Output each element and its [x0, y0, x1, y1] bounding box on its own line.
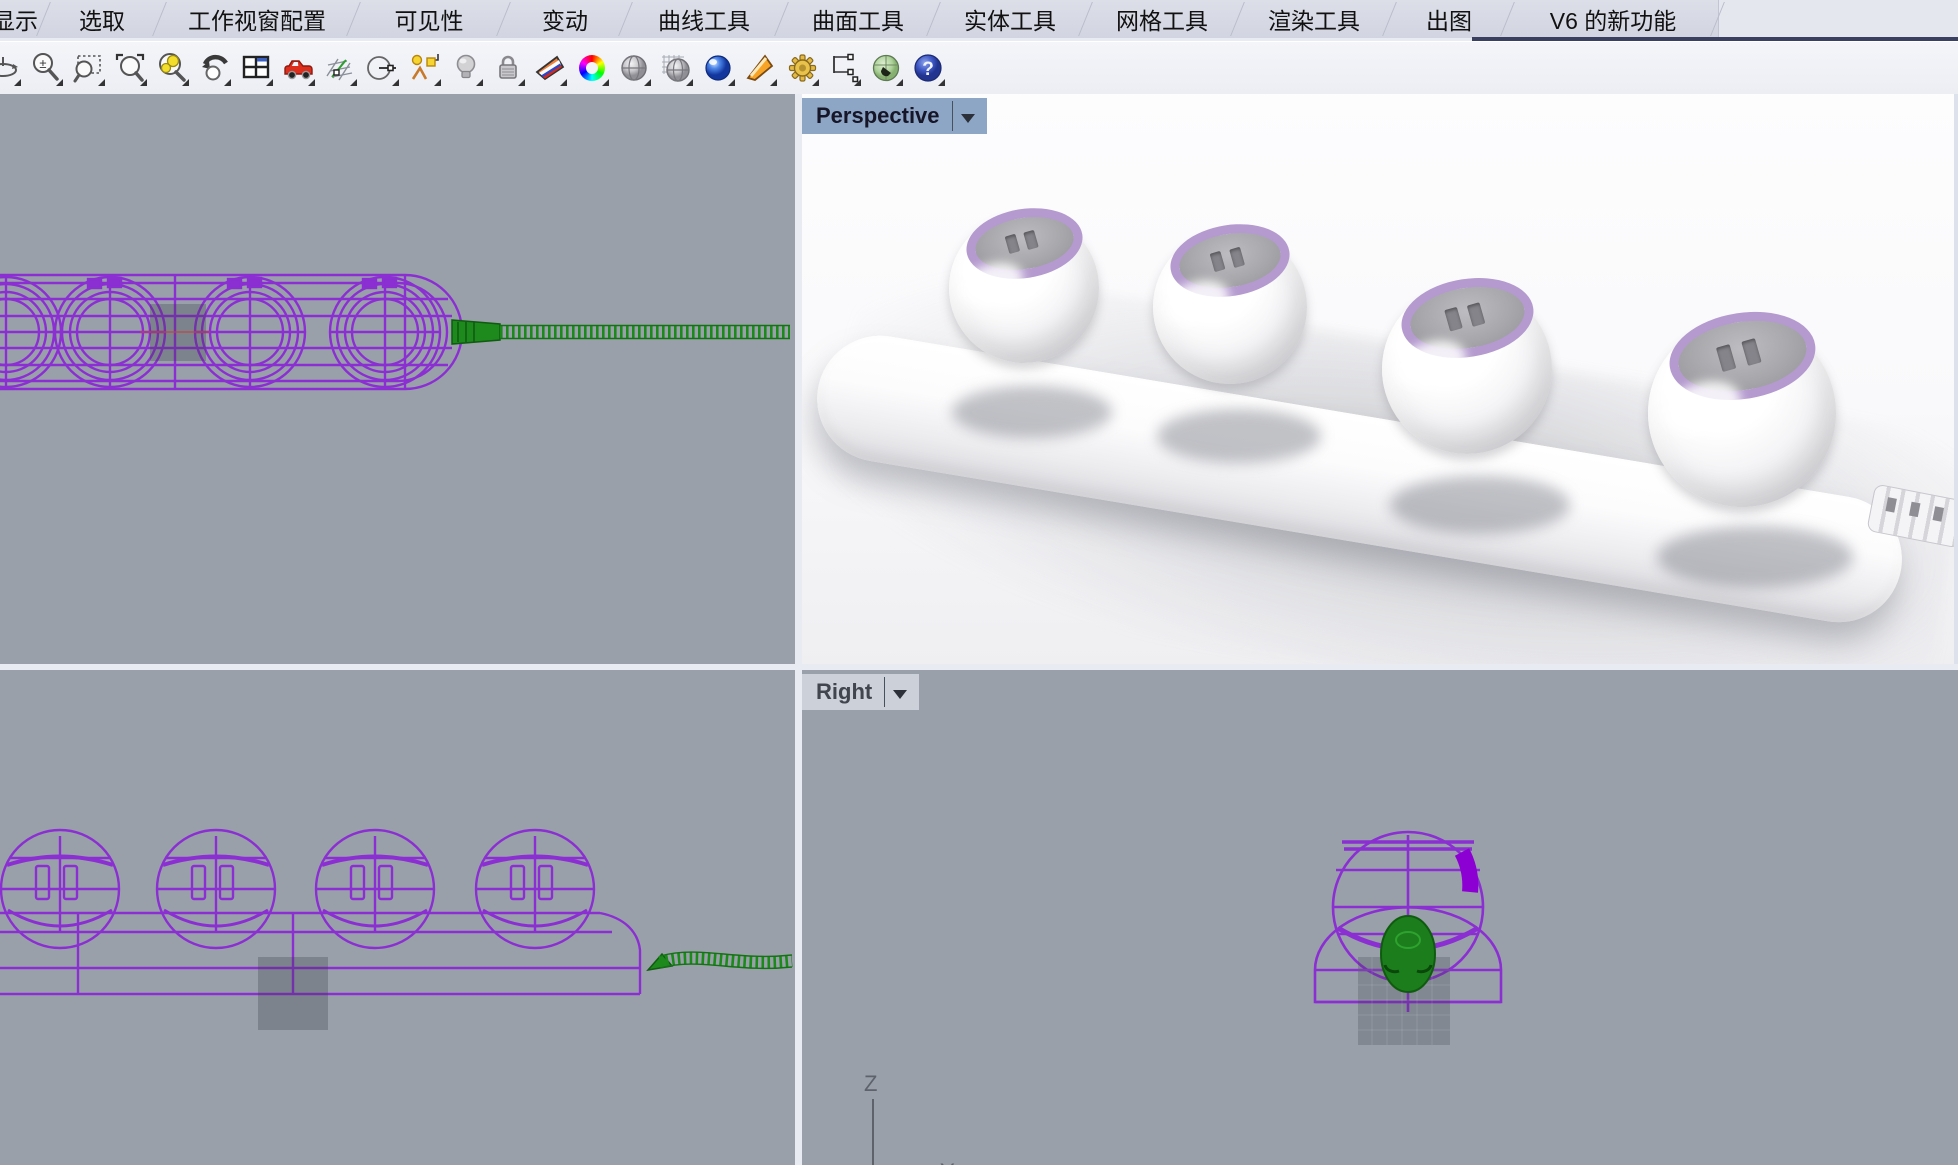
socket-ball-2 [1153, 230, 1307, 384]
ball-shadow [1157, 409, 1321, 463]
viewport-perspective[interactable]: Perspective [802, 94, 1958, 664]
menu-mesh-tools[interactable]: 网格工具 [1086, 0, 1238, 38]
front-view-wireframe [0, 670, 795, 1165]
lock-icon[interactable] [490, 49, 526, 87]
menu-render-tools[interactable]: 渲染工具 [1238, 0, 1390, 38]
menu-select[interactable]: 选取 [44, 0, 160, 38]
menu-visibility[interactable]: 可见性 [354, 0, 504, 38]
shaded-viewport-icon[interactable] [616, 49, 652, 87]
menu-plot[interactable]: 出图 [1390, 0, 1508, 38]
chevron-down-icon[interactable] [961, 114, 975, 123]
socket-ball-1 [949, 213, 1099, 363]
viewport-title-text: Right [816, 679, 872, 705]
set-view-circle-icon[interactable] [364, 49, 400, 87]
axis-z-label: Z [864, 1071, 877, 1097]
axis-gnomon: Z Y [848, 1071, 988, 1165]
axis-z-line [872, 1099, 874, 1165]
menu-display[interactable]: 显示 [0, 0, 44, 38]
viewport-title-right[interactable]: Right [802, 674, 919, 710]
viewport-title-perspective[interactable]: Perspective [802, 98, 987, 134]
viewport-grid: Perspective [0, 94, 1958, 1165]
menu-solid-tools[interactable]: 实体工具 [934, 0, 1086, 38]
zoom-target-icon[interactable] [154, 49, 190, 87]
viewport-top[interactable] [0, 94, 795, 664]
rendered-viewport-icon[interactable] [700, 49, 736, 87]
undo-view-icon[interactable] [196, 49, 232, 87]
color-wheel-icon[interactable] [574, 49, 610, 87]
axis-y-label: Y [940, 1159, 955, 1165]
viewport-title-text: Perspective [816, 103, 940, 129]
earth-clock-icon[interactable] [868, 49, 904, 87]
rotate-view-icon[interactable] [0, 49, 22, 87]
zoom-extents-icon[interactable] [112, 49, 148, 87]
viewport-layout-icon[interactable] [238, 49, 274, 87]
menu-curve-tools[interactable]: 曲线工具 [626, 0, 782, 38]
svg-text:±: ± [39, 56, 46, 71]
menu-bar-empty-area [1718, 0, 1958, 38]
svg-text:?: ? [922, 59, 934, 80]
dimension-points-icon[interactable] [826, 49, 862, 87]
control-points-icon[interactable] [406, 49, 442, 87]
chevron-down-icon[interactable] [893, 690, 907, 699]
help-icon[interactable]: ? [910, 49, 946, 87]
wireframe-viewport-icon[interactable] [658, 49, 694, 87]
menu-surface-tools[interactable]: 曲面工具 [782, 0, 934, 38]
label-separator [952, 101, 953, 131]
menu-transform[interactable]: 变动 [504, 0, 626, 38]
ball-shadow [1390, 476, 1570, 534]
label-separator [884, 677, 885, 707]
menu-v6-new-features[interactable]: V6 的新功能 [1508, 0, 1718, 38]
ball-shadow [1657, 526, 1853, 588]
view-toolbar: ± [0, 41, 1958, 95]
settings-gear-icon[interactable] [784, 49, 820, 87]
zoom-window-icon[interactable] [70, 49, 106, 87]
socket-ball-4 [1648, 319, 1836, 507]
lamp-icon[interactable] [448, 49, 484, 87]
car-icon[interactable] [280, 49, 316, 87]
top-view-wireframe [0, 94, 795, 664]
viewport-right[interactable]: Right [802, 670, 1958, 1165]
cplane-grid-icon[interactable] [322, 49, 358, 87]
spotlight-icon[interactable] [742, 49, 778, 87]
zoom-dynamic-icon[interactable]: ± [28, 49, 64, 87]
menu-viewport-config[interactable]: 工作视窗配置 [160, 0, 354, 38]
menu-bar: 显示 选取 工作视窗配置 可见性 变动 曲线工具 曲面工具 实体工具 网格工具 … [0, 0, 1958, 38]
layer-wedge-icon[interactable] [532, 49, 568, 87]
ball-shadow [952, 386, 1112, 438]
viewport-front[interactable] [0, 670, 795, 1165]
socket-ball-3 [1382, 284, 1552, 454]
